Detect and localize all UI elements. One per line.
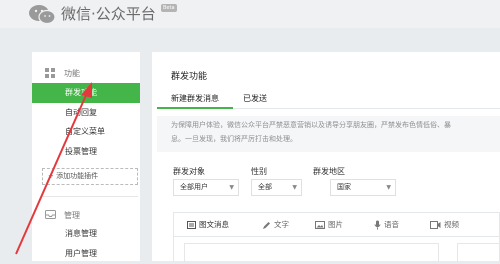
editor-tab-news[interactable]: 图文消息: [187, 213, 229, 236]
message-type-bar: 图文消息 文字 图片 语音 视频: [173, 212, 500, 236]
gender-select[interactable]: 全部 ▼: [251, 179, 302, 196]
sidebar-item-auto-reply[interactable]: 自动回复: [32, 103, 140, 123]
editor-tab-text[interactable]: 文字: [262, 213, 289, 236]
target-select-value: 全部用户: [180, 183, 208, 191]
video-icon: [430, 221, 441, 229]
top-bar: 微信·公众平台 Beta: [0, 0, 500, 28]
manage-section-header: 管理: [32, 207, 140, 223]
chevron-down-icon: ▼: [386, 184, 391, 191]
chevron-down-icon: ▼: [229, 184, 234, 191]
region-filter-label: 群发地区: [313, 167, 345, 176]
pen-icon: [263, 221, 270, 229]
chevron-down-icon: ▼: [292, 184, 297, 191]
active-tab-indicator: [157, 107, 233, 109]
function-section-header: 功能: [32, 65, 140, 81]
tab-sent[interactable]: 已发送: [243, 93, 267, 104]
region-select[interactable]: 国家 ▼: [330, 179, 396, 196]
grid-icon: [45, 68, 55, 78]
tab-new-mass-message[interactable]: 新建群发消息: [171, 93, 219, 104]
gender-select-value: 全部: [258, 183, 272, 191]
target-filter-label: 群发对象: [173, 167, 205, 176]
editor-tab-label: 图片: [328, 220, 343, 229]
target-select[interactable]: 全部用户 ▼: [173, 179, 239, 196]
gender-filter-label: 性别: [251, 167, 267, 176]
news-select-area[interactable]: [184, 243, 439, 262]
platform-title[interactable]: 微信·公众平台: [61, 3, 156, 24]
sidebar-divider: [42, 196, 138, 197]
notice-line: 息。一旦发现，我们将严厉打击和处理。: [171, 135, 297, 143]
sidebar-item-mass-send[interactable]: 群发功能: [32, 83, 140, 103]
sidebar: 功能 群发功能 自动回复 自定义菜单 投票管理 + 添加功能插件 管理 消息管理…: [32, 52, 140, 261]
editor-tab-label: 视频: [444, 220, 459, 229]
editor-tab-label: 图文消息: [199, 220, 229, 229]
sidebar-item-custom-menu[interactable]: 自定义菜单: [32, 122, 140, 142]
function-section-label: 功能: [64, 69, 80, 78]
manage-section-label: 管理: [64, 211, 80, 220]
editor-tab-voice[interactable]: 语音: [374, 213, 399, 236]
beta-badge: Beta: [161, 4, 177, 12]
editor-tab-image[interactable]: 图片: [315, 213, 343, 236]
news-create-area[interactable]: [457, 243, 500, 262]
sidebar-item-vote-management[interactable]: 投票管理: [32, 142, 140, 162]
main-panel: 群发功能 新建群发消息 已发送 为保障用户体验，微信公众平台严禁恶意营销以及诱导…: [152, 52, 500, 262]
microphone-icon: [374, 220, 381, 230]
image-icon: [315, 221, 325, 229]
notice-box: 为保障用户体验，微信公众平台严禁恶意营销以及诱导分享朋友圈，严禁发布色情低俗、暴…: [157, 116, 500, 152]
sidebar-item-user-management[interactable]: 用户管理: [32, 244, 140, 264]
sidebar-item-message-management[interactable]: 消息管理: [32, 224, 140, 244]
news-icon: [187, 221, 196, 229]
wechat-logo-icon[interactable]: [28, 4, 56, 24]
notice-line: 为保障用户体验，微信公众平台严禁恶意营销以及诱导分享朋友圈，严禁发布色情低俗、暴: [171, 121, 451, 129]
editor-tab-label: 语音: [384, 220, 399, 229]
region-select-value: 国家: [337, 183, 351, 191]
page-title: 群发功能: [171, 72, 208, 82]
editor-tab-label: 文字: [274, 220, 289, 229]
editor-body: [173, 236, 500, 262]
editor-tab-video[interactable]: 视频: [430, 213, 459, 236]
inbox-icon: [45, 210, 56, 219]
add-plugin-button[interactable]: + 添加功能插件: [42, 168, 138, 185]
